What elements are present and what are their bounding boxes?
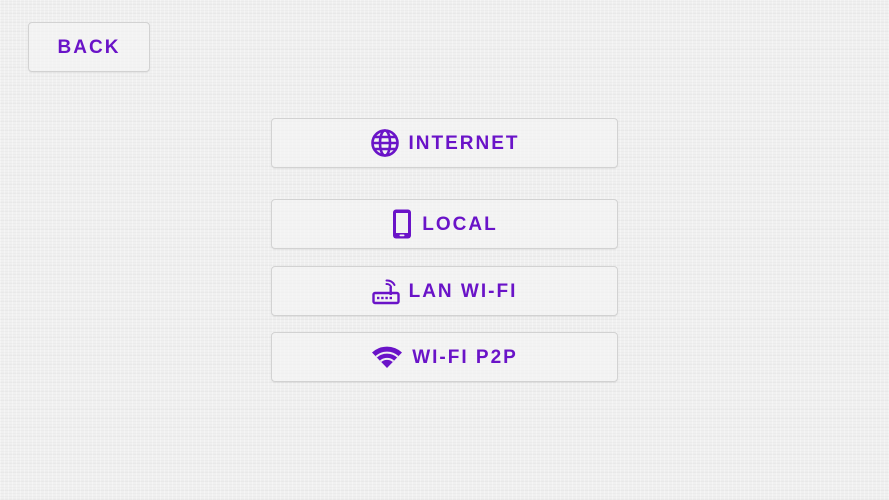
back-button-label: BACK: [57, 36, 121, 58]
internet-button[interactable]: INTERNET: [271, 118, 618, 168]
phone-icon: [391, 208, 413, 240]
wifi-p2p-button[interactable]: WI-FI P2P: [271, 332, 618, 382]
internet-button-label: INTERNET: [408, 132, 520, 154]
wifi-p2p-button-label: WI-FI P2P: [412, 346, 518, 368]
local-button-label: LOCAL: [422, 213, 498, 235]
lan-wifi-button[interactable]: LAN WI-FI: [271, 266, 618, 316]
wifi-icon: [371, 345, 403, 369]
lan-wifi-button-label: LAN WI-FI: [408, 280, 518, 302]
back-button[interactable]: BACK: [28, 22, 150, 72]
local-button[interactable]: LOCAL: [271, 199, 618, 249]
globe-icon: [370, 128, 400, 158]
router-icon: [371, 277, 400, 305]
